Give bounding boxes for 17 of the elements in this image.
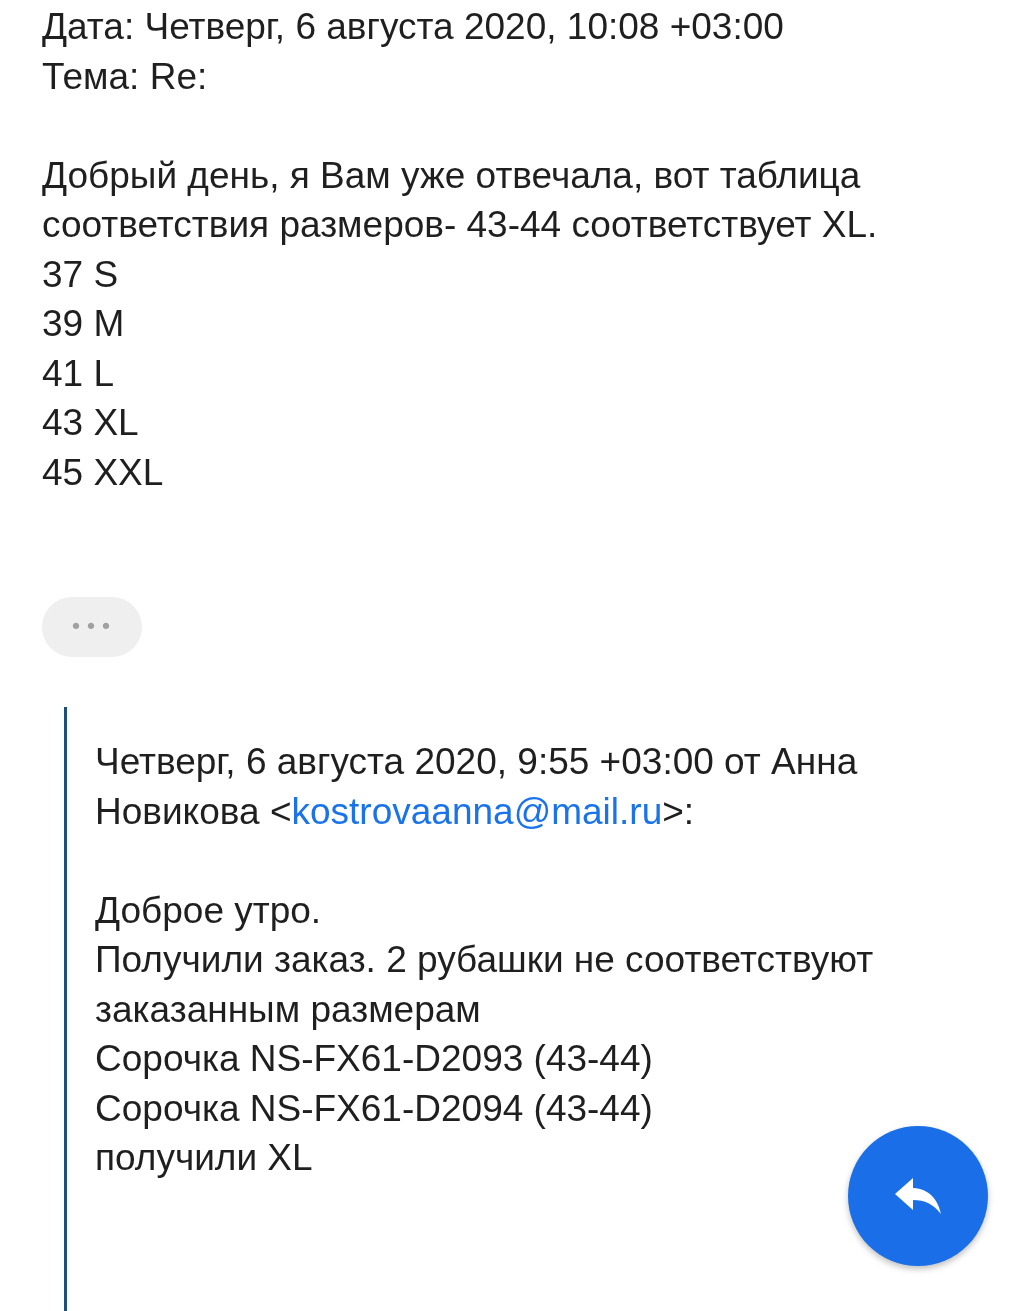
message-text: Добрый день, я Вам уже отвечала, вот таблица соответствия размеров- 43-44 соответствует XL. — [42, 153, 879, 247]
quote-attribution: Четверг, 6 августа 2020, 9:55 +03:00 от Анна Новикова <kostrovaanna@mail.ru>: — [95, 740, 859, 834]
quote-line: Сорочка NS-FX61-D2093 (43-44) — [95, 1037, 654, 1081]
message-line: 45 XXL — [42, 450, 165, 495]
reply-icon — [895, 1178, 941, 1214]
message-line: 39 M — [42, 302, 126, 346]
more-button[interactable]: ••• — [42, 597, 142, 657]
message-line: 37 S — [42, 252, 120, 297]
quote-line: Доброе утро. — [95, 888, 323, 933]
message-line: 41 L — [42, 351, 115, 396]
email-link[interactable]: kostrovaanna@mail.ru — [291, 790, 663, 832]
quote-line: Сорочка NS-FX61-D2094 (43-44) — [95, 1086, 654, 1131]
quote-line: Получили заказ. 2 рубашки не соответствуют заказанным размерам — [95, 938, 875, 1032]
header-line: Дата: Четверг, 6 августа 2020, 10:08 +03:00 — [42, 5, 785, 49]
quote-line: получили XL — [95, 1136, 314, 1180]
message-line: 43 XL — [42, 401, 140, 445]
header-line: Тема: Re: — [42, 54, 209, 99]
